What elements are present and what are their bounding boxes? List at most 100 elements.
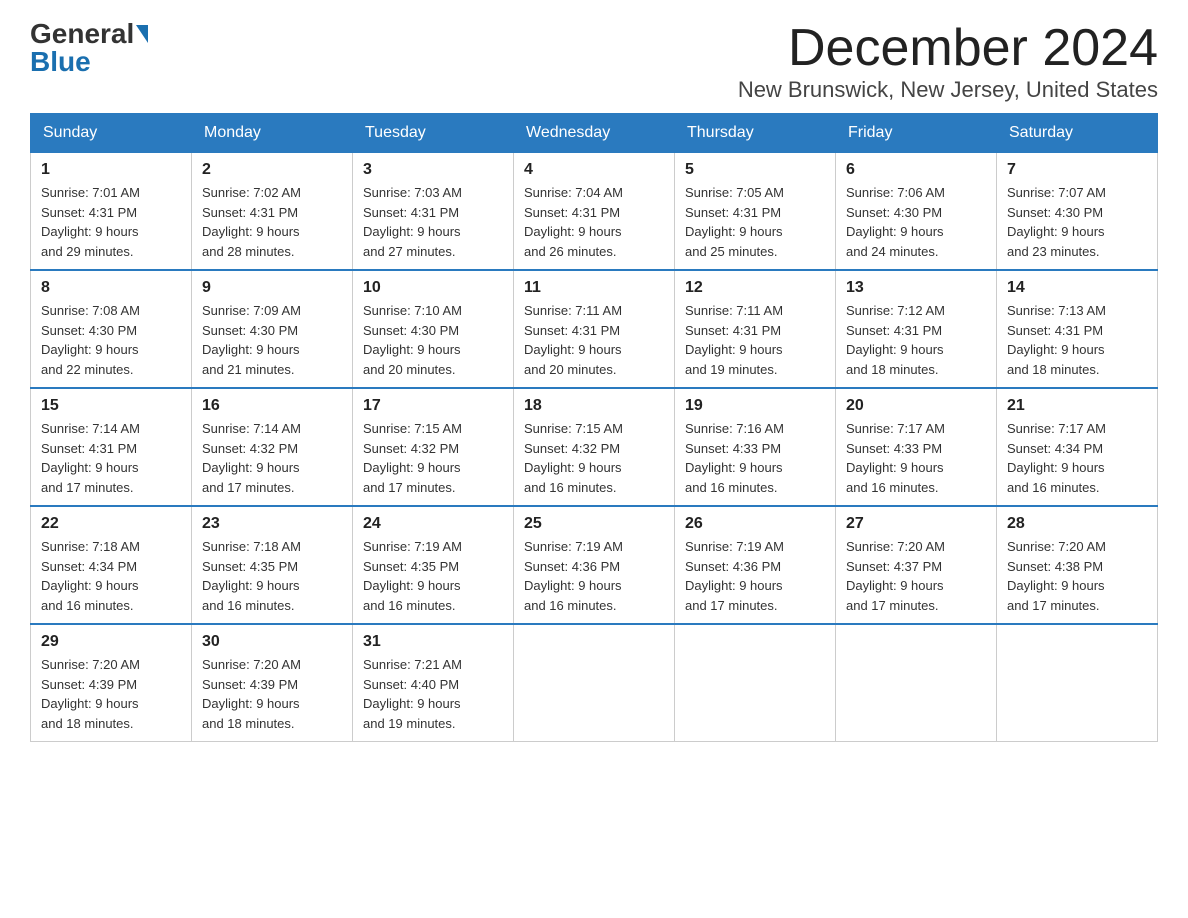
day-number: 13 xyxy=(846,279,986,297)
weekday-header-thursday: Thursday xyxy=(675,114,836,153)
day-info: Sunrise: 7:19 AMSunset: 4:36 PMDaylight:… xyxy=(685,537,825,615)
day-number: 12 xyxy=(685,279,825,297)
day-info: Sunrise: 7:16 AMSunset: 4:33 PMDaylight:… xyxy=(685,419,825,497)
day-number: 11 xyxy=(524,279,664,297)
day-number: 21 xyxy=(1007,397,1147,415)
calendar-day-cell: 9 Sunrise: 7:09 AMSunset: 4:30 PMDaylight… xyxy=(192,270,353,388)
calendar-day-cell: 12Sunrise: 7:11 AMSunset: 4:31 PMDayligh… xyxy=(675,270,836,388)
calendar-day-cell: 25Sunrise: 7:19 AMSunset: 4:36 PMDayligh… xyxy=(514,506,675,624)
calendar-day-cell: 20 Sunrise: 7:17 AMSunset: 4:33 PMDayligh… xyxy=(836,388,997,506)
day-info: Sunrise: 7:14 AMSunset: 4:31 PMDaylight:… xyxy=(41,419,181,497)
day-number: 1 xyxy=(41,161,181,179)
calendar-week-row: 1 Sunrise: 7:01 AMSunset: 4:31 PMDaylight… xyxy=(31,153,1158,271)
month-title: December 2024 xyxy=(738,20,1158,77)
logo-general: General xyxy=(30,20,134,48)
calendar-day-cell: 19 Sunrise: 7:16 AMSunset: 4:33 PMDayligh… xyxy=(675,388,836,506)
day-info: Sunrise: 7:19 AMSunset: 4:36 PMDaylight:… xyxy=(524,537,664,615)
calendar-day-cell: 28 Sunrise: 7:20 AMSunset: 4:38 PMDayligh… xyxy=(997,506,1158,624)
day-info: Sunrise: 7:19 AMSunset: 4:35 PMDaylight:… xyxy=(363,537,503,615)
calendar-day-cell: 29 Sunrise: 7:20 AMSunset: 4:39 PMDayligh… xyxy=(31,624,192,742)
day-info: Sunrise: 7:20 AMSunset: 4:39 PMDaylight:… xyxy=(41,655,181,733)
day-number: 8 xyxy=(41,279,181,297)
weekday-header-saturday: Saturday xyxy=(997,114,1158,153)
calendar-day-cell: 31 Sunrise: 7:21 AMSunset: 4:40 PMDayligh… xyxy=(353,624,514,742)
day-number: 24 xyxy=(363,515,503,533)
day-number: 27 xyxy=(846,515,986,533)
day-number: 31 xyxy=(363,633,503,651)
logo-blue: Blue xyxy=(30,48,91,76)
day-number: 10 xyxy=(363,279,503,297)
calendar-week-row: 15 Sunrise: 7:14 AMSunset: 4:31 PMDayligh… xyxy=(31,388,1158,506)
location-title: New Brunswick, New Jersey, United States xyxy=(738,77,1158,103)
day-number: 19 xyxy=(685,397,825,415)
day-number: 4 xyxy=(524,161,664,179)
calendar-week-row: 8 Sunrise: 7:08 AMSunset: 4:30 PMDaylight… xyxy=(31,270,1158,388)
calendar-day-cell: 23 Sunrise: 7:18 AMSunset: 4:35 PMDayligh… xyxy=(192,506,353,624)
calendar-day-cell: 4 Sunrise: 7:04 AMSunset: 4:31 PMDaylight… xyxy=(514,153,675,271)
weekday-header-sunday: Sunday xyxy=(31,114,192,153)
calendar-day-cell: 24 Sunrise: 7:19 AMSunset: 4:35 PMDayligh… xyxy=(353,506,514,624)
calendar-day-cell: 5 Sunrise: 7:05 AMSunset: 4:31 PMDaylight… xyxy=(675,153,836,271)
day-info: Sunrise: 7:05 AMSunset: 4:31 PMDaylight:… xyxy=(685,183,825,261)
day-info: Sunrise: 7:13 AMSunset: 4:31 PMDaylight:… xyxy=(1007,301,1147,379)
day-info: Sunrise: 7:20 AMSunset: 4:37 PMDaylight:… xyxy=(846,537,986,615)
day-number: 6 xyxy=(846,161,986,179)
calendar-week-row: 22 Sunrise: 7:18 AMSunset: 4:34 PMDayligh… xyxy=(31,506,1158,624)
day-number: 14 xyxy=(1007,279,1147,297)
day-info: Sunrise: 7:14 AMSunset: 4:32 PMDaylight:… xyxy=(202,419,342,497)
calendar-day-cell: 10 Sunrise: 7:10 AMSunset: 4:30 PMDayligh… xyxy=(353,270,514,388)
day-info: Sunrise: 7:01 AMSunset: 4:31 PMDaylight:… xyxy=(41,183,181,261)
calendar-day-cell: 18Sunrise: 7:15 AMSunset: 4:32 PMDayligh… xyxy=(514,388,675,506)
weekday-header-friday: Friday xyxy=(836,114,997,153)
day-number: 22 xyxy=(41,515,181,533)
day-number: 9 xyxy=(202,279,342,297)
calendar-day-cell xyxy=(997,624,1158,742)
day-number: 15 xyxy=(41,397,181,415)
day-info: Sunrise: 7:12 AMSunset: 4:31 PMDaylight:… xyxy=(846,301,986,379)
calendar-day-cell: 16Sunrise: 7:14 AMSunset: 4:32 PMDayligh… xyxy=(192,388,353,506)
day-info: Sunrise: 7:08 AMSunset: 4:30 PMDaylight:… xyxy=(41,301,181,379)
day-info: Sunrise: 7:09 AMSunset: 4:30 PMDaylight:… xyxy=(202,301,342,379)
day-number: 7 xyxy=(1007,161,1147,179)
day-number: 23 xyxy=(202,515,342,533)
day-info: Sunrise: 7:15 AMSunset: 4:32 PMDaylight:… xyxy=(524,419,664,497)
calendar-day-cell: 8 Sunrise: 7:08 AMSunset: 4:30 PMDaylight… xyxy=(31,270,192,388)
day-info: Sunrise: 7:06 AMSunset: 4:30 PMDaylight:… xyxy=(846,183,986,261)
day-info: Sunrise: 7:18 AMSunset: 4:35 PMDaylight:… xyxy=(202,537,342,615)
calendar-body: 1 Sunrise: 7:01 AMSunset: 4:31 PMDaylight… xyxy=(31,153,1158,742)
day-info: Sunrise: 7:10 AMSunset: 4:30 PMDaylight:… xyxy=(363,301,503,379)
day-number: 28 xyxy=(1007,515,1147,533)
day-info: Sunrise: 7:17 AMSunset: 4:34 PMDaylight:… xyxy=(1007,419,1147,497)
calendar-day-cell xyxy=(836,624,997,742)
day-info: Sunrise: 7:04 AMSunset: 4:31 PMDaylight:… xyxy=(524,183,664,261)
calendar-day-cell: 17 Sunrise: 7:15 AMSunset: 4:32 PMDayligh… xyxy=(353,388,514,506)
logo: General Blue xyxy=(30,20,148,76)
day-info: Sunrise: 7:15 AMSunset: 4:32 PMDaylight:… xyxy=(363,419,503,497)
day-number: 29 xyxy=(41,633,181,651)
weekday-header-wednesday: Wednesday xyxy=(514,114,675,153)
day-number: 5 xyxy=(685,161,825,179)
calendar-day-cell: 1 Sunrise: 7:01 AMSunset: 4:31 PMDaylight… xyxy=(31,153,192,271)
calendar-day-cell xyxy=(514,624,675,742)
calendar-day-cell: 27 Sunrise: 7:20 AMSunset: 4:37 PMDayligh… xyxy=(836,506,997,624)
day-number: 26 xyxy=(685,515,825,533)
calendar-day-cell: 7 Sunrise: 7:07 AMSunset: 4:30 PMDaylight… xyxy=(997,153,1158,271)
calendar-header: SundayMondayTuesdayWednesdayThursdayFrid… xyxy=(31,114,1158,153)
day-number: 3 xyxy=(363,161,503,179)
calendar-day-cell: 13 Sunrise: 7:12 AMSunset: 4:31 PMDayligh… xyxy=(836,270,997,388)
day-info: Sunrise: 7:11 AMSunset: 4:31 PMDaylight:… xyxy=(524,301,664,379)
day-number: 30 xyxy=(202,633,342,651)
day-info: Sunrise: 7:07 AMSunset: 4:30 PMDaylight:… xyxy=(1007,183,1147,261)
calendar-day-cell xyxy=(675,624,836,742)
day-info: Sunrise: 7:18 AMSunset: 4:34 PMDaylight:… xyxy=(41,537,181,615)
day-info: Sunrise: 7:21 AMSunset: 4:40 PMDaylight:… xyxy=(363,655,503,733)
day-info: Sunrise: 7:17 AMSunset: 4:33 PMDaylight:… xyxy=(846,419,986,497)
day-info: Sunrise: 7:20 AMSunset: 4:38 PMDaylight:… xyxy=(1007,537,1147,615)
day-number: 2 xyxy=(202,161,342,179)
title-area: December 2024 New Brunswick, New Jersey,… xyxy=(738,20,1158,103)
weekday-header-monday: Monday xyxy=(192,114,353,153)
day-number: 20 xyxy=(846,397,986,415)
day-number: 17 xyxy=(363,397,503,415)
day-info: Sunrise: 7:20 AMSunset: 4:39 PMDaylight:… xyxy=(202,655,342,733)
day-info: Sunrise: 7:03 AMSunset: 4:31 PMDaylight:… xyxy=(363,183,503,261)
